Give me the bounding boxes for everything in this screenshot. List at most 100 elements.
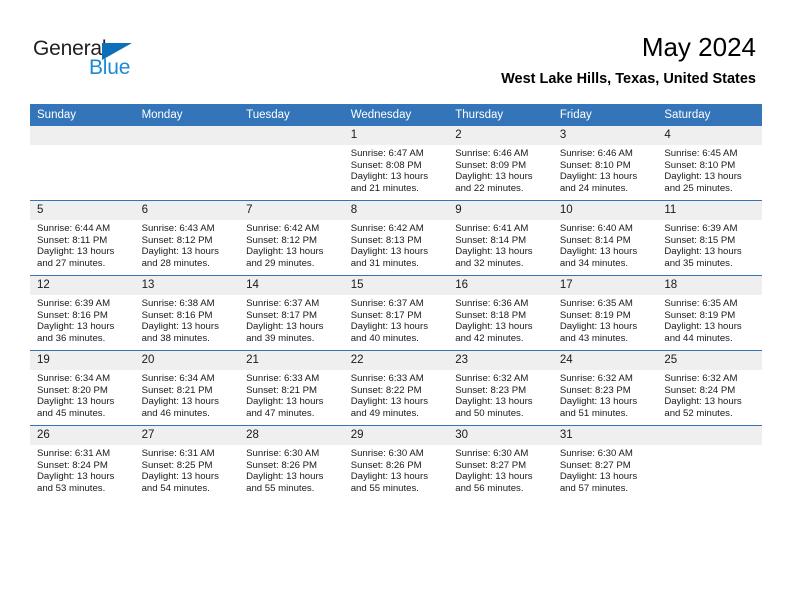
day-number: 25	[657, 351, 762, 370]
day-number	[30, 126, 135, 145]
day-number: 24	[552, 351, 658, 370]
sunset-text: Sunset: 8:23 PM	[559, 384, 631, 396]
day-cell[interactable]: 28 Sunrise: 6:30 AM Sunset: 8:26 PM Dayl…	[239, 425, 344, 500]
sunrise-text: Sunrise: 6:34 AM	[141, 373, 215, 384]
daylight-text-2: and 31 minutes.	[350, 257, 419, 269]
day-cell[interactable]: 31 Sunrise: 6:30 AM Sunset: 8:27 PM Dayl…	[552, 425, 658, 500]
sunrise-text: Sunrise: 6:35 AM	[559, 298, 633, 309]
day-number: 1	[343, 126, 449, 145]
day-number: 9	[448, 201, 553, 220]
day-cell[interactable]: 10 Sunrise: 6:40 AM Sunset: 8:14 PM Dayl…	[552, 200, 658, 276]
weekday-header-thursday: Thursday	[448, 104, 553, 126]
day-cell[interactable]: 27 Sunrise: 6:31 AM Sunset: 8:25 PM Dayl…	[134, 425, 240, 500]
day-cell[interactable]: 6 Sunrise: 6:43 AM Sunset: 8:12 PM Dayli…	[134, 200, 240, 276]
day-cell[interactable]: 12 Sunrise: 6:39 AM Sunset: 8:16 PM Dayl…	[30, 275, 135, 351]
day-details: Sunrise: 6:42 AM Sunset: 8:12 PM Dayligh…	[239, 220, 344, 269]
day-cell[interactable]: 23 Sunrise: 6:32 AM Sunset: 8:23 PM Dayl…	[448, 350, 553, 426]
day-details: Sunrise: 6:39 AM Sunset: 8:15 PM Dayligh…	[657, 220, 762, 269]
brand-logo[interactable]: General Blue	[33, 38, 173, 84]
sunrise-text: Sunrise: 6:32 AM	[455, 373, 529, 384]
day-cell[interactable]	[239, 126, 344, 201]
daylight-text-2: and 35 minutes.	[664, 257, 733, 269]
daylight-text-1: Daylight: 13 hours	[141, 471, 219, 483]
daylight-text-1: Daylight: 13 hours	[455, 471, 533, 483]
day-cell[interactable]: 26 Sunrise: 6:31 AM Sunset: 8:24 PM Dayl…	[30, 425, 135, 500]
day-cell[interactable]	[30, 126, 135, 201]
daylight-text-1: Daylight: 13 hours	[559, 396, 638, 408]
day-cell[interactable]: 29 Sunrise: 6:30 AM Sunset: 8:26 PM Dayl…	[343, 425, 449, 500]
daylight-text-2: and 43 minutes.	[559, 332, 629, 344]
daylight-text-2: and 54 minutes.	[141, 482, 210, 494]
day-cell[interactable]: 5 Sunrise: 6:44 AM Sunset: 8:11 PM Dayli…	[30, 200, 135, 276]
calendar-week-row: 26 Sunrise: 6:31 AM Sunset: 8:24 PM Dayl…	[30, 425, 762, 500]
daylight-text-1: Daylight: 13 hours	[37, 396, 115, 408]
daylight-text-2: and 55 minutes.	[246, 482, 315, 494]
calendar-body: 1 Sunrise: 6:47 AM Sunset: 8:08 PM Dayli…	[30, 126, 762, 500]
sunrise-text: Sunrise: 6:37 AM	[350, 298, 424, 309]
daylight-text-1: Daylight: 13 hours	[559, 246, 638, 258]
sunrise-text: Sunrise: 6:38 AM	[141, 298, 215, 309]
day-details: Sunrise: 6:33 AM Sunset: 8:22 PM Dayligh…	[344, 370, 449, 419]
sunset-text: Sunset: 8:20 PM	[37, 384, 108, 396]
sunset-text: Sunset: 8:16 PM	[37, 309, 108, 321]
sunset-text: Sunset: 8:10 PM	[559, 159, 631, 171]
day-number	[239, 126, 344, 145]
day-cell[interactable]: 2 Sunrise: 6:46 AM Sunset: 8:09 PM Dayli…	[448, 126, 553, 201]
daylight-text-1: Daylight: 13 hours	[455, 321, 533, 333]
daylight-text-1: Daylight: 13 hours	[664, 171, 742, 183]
day-cell[interactable]: 30 Sunrise: 6:30 AM Sunset: 8:27 PM Dayl…	[448, 425, 553, 500]
daylight-text-1: Daylight: 13 hours	[37, 321, 115, 333]
weekday-header-monday: Monday	[134, 104, 240, 126]
calendar-week-row: 19 Sunrise: 6:34 AM Sunset: 8:20 PM Dayl…	[30, 350, 762, 426]
sunset-text: Sunset: 8:21 PM	[246, 384, 318, 396]
day-number: 29	[343, 426, 449, 445]
day-cell[interactable]: 17 Sunrise: 6:35 AM Sunset: 8:19 PM Dayl…	[552, 275, 658, 351]
day-details: Sunrise: 6:36 AM Sunset: 8:18 PM Dayligh…	[448, 295, 553, 344]
sunrise-text: Sunrise: 6:35 AM	[664, 298, 738, 309]
daylight-text-2: and 57 minutes.	[559, 482, 629, 494]
sunset-text: Sunset: 8:12 PM	[141, 234, 213, 246]
day-details: Sunrise: 6:40 AM Sunset: 8:14 PM Dayligh…	[553, 220, 658, 269]
day-number: 31	[552, 426, 658, 445]
day-number: 15	[343, 276, 449, 295]
sunrise-text: Sunrise: 6:32 AM	[664, 373, 738, 384]
day-cell[interactable]: 24 Sunrise: 6:32 AM Sunset: 8:23 PM Dayl…	[552, 350, 658, 426]
day-number: 11	[657, 201, 762, 220]
day-cell[interactable]: 19 Sunrise: 6:34 AM Sunset: 8:20 PM Dayl…	[30, 350, 135, 426]
sunrise-text: Sunrise: 6:31 AM	[37, 448, 111, 459]
day-cell[interactable]: 25 Sunrise: 6:32 AM Sunset: 8:24 PM Dayl…	[657, 350, 762, 426]
day-cell[interactable]	[134, 126, 240, 201]
day-cell[interactable]: 22 Sunrise: 6:33 AM Sunset: 8:22 PM Dayl…	[343, 350, 449, 426]
day-cell[interactable]: 15 Sunrise: 6:37 AM Sunset: 8:17 PM Dayl…	[343, 275, 449, 351]
sunset-text: Sunset: 8:23 PM	[455, 384, 527, 396]
sunrise-text: Sunrise: 6:44 AM	[37, 223, 111, 234]
day-cell[interactable]: 11 Sunrise: 6:39 AM Sunset: 8:15 PM Dayl…	[657, 200, 762, 276]
day-number: 12	[30, 276, 135, 295]
day-cell[interactable]: 13 Sunrise: 6:38 AM Sunset: 8:16 PM Dayl…	[134, 275, 240, 351]
day-cell[interactable]: 9 Sunrise: 6:41 AM Sunset: 8:14 PM Dayli…	[448, 200, 553, 276]
day-details: Sunrise: 6:44 AM Sunset: 8:11 PM Dayligh…	[30, 220, 135, 269]
day-details: Sunrise: 6:41 AM Sunset: 8:14 PM Dayligh…	[448, 220, 553, 269]
daylight-text-1: Daylight: 13 hours	[246, 471, 324, 483]
daylight-text-1: Daylight: 13 hours	[37, 246, 115, 258]
day-cell[interactable]: 4 Sunrise: 6:45 AM Sunset: 8:10 PM Dayli…	[657, 126, 762, 201]
day-cell[interactable]	[657, 425, 762, 500]
day-cell[interactable]: 7 Sunrise: 6:42 AM Sunset: 8:12 PM Dayli…	[239, 200, 344, 276]
day-cell[interactable]: 16 Sunrise: 6:36 AM Sunset: 8:18 PM Dayl…	[448, 275, 553, 351]
day-cell[interactable]: 1 Sunrise: 6:47 AM Sunset: 8:08 PM Dayli…	[343, 126, 449, 201]
page-header: General Blue May 2024 West Lake Hills, T…	[0, 0, 792, 100]
day-cell[interactable]: 18 Sunrise: 6:35 AM Sunset: 8:19 PM Dayl…	[657, 275, 762, 351]
daylight-text-1: Daylight: 13 hours	[559, 171, 638, 183]
day-cell[interactable]: 21 Sunrise: 6:33 AM Sunset: 8:21 PM Dayl…	[239, 350, 344, 426]
sunrise-text: Sunrise: 6:45 AM	[664, 148, 738, 159]
day-details: Sunrise: 6:35 AM Sunset: 8:19 PM Dayligh…	[657, 295, 762, 344]
day-number: 27	[134, 426, 240, 445]
day-cell[interactable]: 20 Sunrise: 6:34 AM Sunset: 8:21 PM Dayl…	[134, 350, 240, 426]
day-cell[interactable]: 3 Sunrise: 6:46 AM Sunset: 8:10 PM Dayli…	[552, 126, 658, 201]
day-number: 19	[30, 351, 135, 370]
day-cell[interactable]: 8 Sunrise: 6:42 AM Sunset: 8:13 PM Dayli…	[343, 200, 449, 276]
daylight-text-2: and 47 minutes.	[246, 407, 315, 419]
day-cell[interactable]: 14 Sunrise: 6:37 AM Sunset: 8:17 PM Dayl…	[239, 275, 344, 351]
sunset-text: Sunset: 8:25 PM	[141, 459, 213, 471]
day-details: Sunrise: 6:34 AM Sunset: 8:21 PM Dayligh…	[135, 370, 240, 419]
